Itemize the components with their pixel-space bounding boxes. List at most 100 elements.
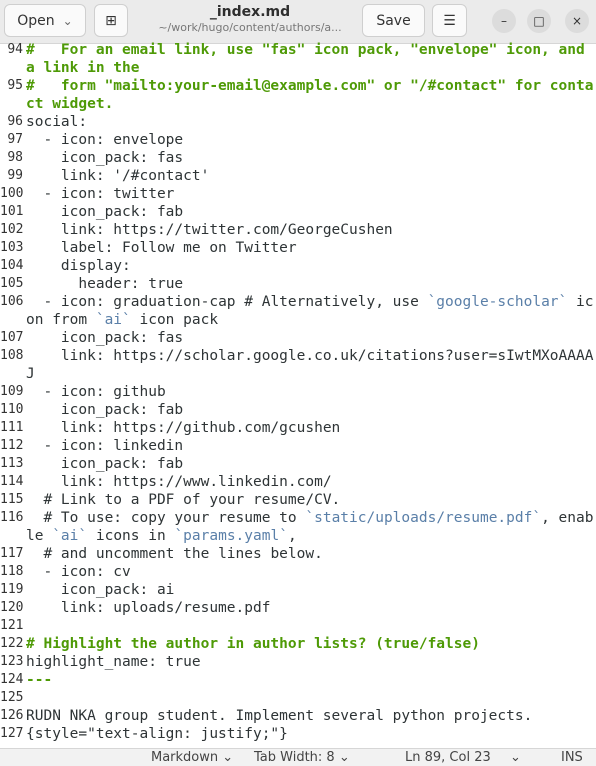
line-text: # Highlight the author in author lists? … [26, 635, 596, 653]
line-number: 104 [0, 258, 24, 273]
line-text: icon_pack: fab [26, 455, 596, 473]
code-line[interactable]: 109 - icon: github [0, 383, 596, 401]
open-label: Open [17, 12, 55, 29]
line-text: # Link to a PDF of your resume/CV. [26, 491, 596, 509]
tab-width-selector[interactable]: Tab Width: 8 ⌄ [254, 750, 350, 765]
line-text: display: [26, 257, 596, 275]
code-line[interactable]: 120 link: uploads/resume.pdf [0, 599, 596, 617]
code-line[interactable]: 103 label: Follow me on Twitter [0, 239, 596, 257]
code-line[interactable]: 114 link: https://www.linkedin.com/ [0, 473, 596, 491]
chevron-down-icon[interactable]: ⌄ [510, 750, 521, 765]
line-number: 122 [0, 636, 24, 651]
close-button[interactable]: × [565, 9, 589, 33]
line-text: link: https://twitter.com/GeorgeCushen [26, 221, 596, 239]
line-number: 118 [0, 564, 24, 579]
code-line[interactable]: 121 [0, 617, 596, 635]
code-line[interactable]: 96 social: [0, 113, 596, 131]
code-line[interactable]: 119 icon_pack: ai [0, 581, 596, 599]
code-line[interactable]: 106 - icon: graduation-cap # Alternative… [0, 293, 596, 329]
text-segment: - icon: twitter [26, 186, 175, 202]
text-segment: - icon: github [26, 384, 166, 400]
line-text: # For an email link, use "fas" icon pack… [26, 41, 596, 77]
code-line[interactable]: 107 icon_pack: fas [0, 329, 596, 347]
code-line[interactable]: 95 # form "mailto:your-email@example.com"… [0, 77, 596, 113]
text-segment: , [287, 528, 297, 544]
text-segment: link: https://twitter.com/GeorgeCushen [26, 222, 393, 238]
new-tab-button[interactable]: ⊞ [94, 4, 128, 37]
code-line[interactable]: 98 icon_pack: fas [0, 149, 596, 167]
code-line[interactable]: 101 icon_pack: fab [0, 203, 596, 221]
line-number: 98 [7, 150, 23, 165]
save-button[interactable]: Save [362, 4, 425, 37]
line-number: 113 [0, 456, 24, 471]
code-line[interactable]: 97 - icon: envelope [0, 131, 596, 149]
code-line[interactable]: 125 [0, 689, 596, 707]
line-number: 117 [0, 546, 24, 561]
line-text: - icon: cv [26, 563, 596, 581]
inline-code: `ai` [52, 528, 88, 544]
maximize-button[interactable]: □ [527, 9, 551, 33]
code-line[interactable]: 116 # To use: copy your resume to `stati… [0, 509, 596, 545]
line-text: label: Follow me on Twitter [26, 239, 596, 257]
line-number: 101 [0, 204, 24, 219]
code-line[interactable]: 124 --- [0, 671, 596, 689]
text-segment: label: Follow me on Twitter [26, 240, 297, 256]
line-number: 115 [0, 492, 24, 507]
maximize-icon: □ [533, 14, 545, 28]
text-segment: icon_pack: fab [26, 204, 184, 220]
code-line[interactable]: 127 {style="text-align: justify;"} [0, 725, 596, 743]
code-line[interactable]: 118 - icon: cv [0, 563, 596, 581]
chevron-down-icon: ⌄ [62, 13, 73, 28]
line-number: 116 [0, 510, 24, 525]
close-icon: × [571, 14, 583, 28]
text-segment: link: https://www.linkedin.com/ [26, 474, 332, 490]
line-number: 124 [0, 672, 24, 687]
line-number: 111 [0, 420, 24, 435]
text-segment: icon_pack: fab [26, 456, 184, 472]
line-text: {style="text-align: justify;"} [26, 725, 596, 743]
language-selector[interactable]: Markdown ⌄ [151, 750, 233, 765]
code-line[interactable]: 111 link: https://github.com/gcushen [0, 419, 596, 437]
code-line[interactable]: 99 link: '/#contact' [0, 167, 596, 185]
open-button[interactable]: Open ⌄ [4, 4, 86, 37]
line-number: 109 [0, 384, 24, 399]
code-line[interactable]: 126 RUDN NKA group student. Implement sev… [0, 707, 596, 725]
file-name: _index.md [209, 4, 291, 20]
line-text: - icon: graduation-cap # Alternatively, … [26, 293, 596, 329]
cursor-position[interactable]: Ln 89, Col 23 [405, 750, 491, 765]
code-line[interactable]: 104 display: [0, 257, 596, 275]
code-line[interactable]: 108 link: https://scholar.google.co.uk/c… [0, 347, 596, 383]
minimize-button[interactable]: – [492, 9, 516, 33]
code-line[interactable]: 100 - icon: twitter [0, 185, 596, 203]
insert-mode[interactable]: INS [561, 750, 583, 765]
text-editor[interactable]: 94 # For an email link, use "fas" icon pa… [0, 41, 596, 748]
code-line[interactable]: 117 # and uncomment the lines below. [0, 545, 596, 563]
code-line[interactable]: 113 icon_pack: fab [0, 455, 596, 473]
line-number: 108 [0, 348, 24, 363]
new-tab-icon: ⊞ [105, 12, 117, 29]
inline-code: `static/uploads/resume.pdf` [305, 510, 542, 526]
text-segment: link: https://scholar.google.co.uk/citat… [26, 348, 594, 382]
line-number: 94 [7, 42, 23, 57]
line-text [26, 617, 596, 635]
code-line[interactable]: 102 link: https://twitter.com/GeorgeCush… [0, 221, 596, 239]
code-line[interactable]: 123 highlight_name: true [0, 653, 596, 671]
code-line[interactable]: 110 icon_pack: fab [0, 401, 596, 419]
code-line[interactable]: 112 - icon: linkedin [0, 437, 596, 455]
header-bar: Open ⌄ ⊞ _index.md ~/work/hugo/content/a… [0, 0, 596, 44]
text-segment: - icon: cv [26, 564, 131, 580]
code-line[interactable]: 94 # For an email link, use "fas" icon pa… [0, 41, 596, 77]
line-text: # To use: copy your resume to `static/up… [26, 509, 596, 545]
text-segment: link: '/#contact' [26, 168, 210, 184]
code-line[interactable]: 122 # Highlight the author in author list… [0, 635, 596, 653]
line-text: - icon: github [26, 383, 596, 401]
line-number: 126 [0, 708, 24, 723]
menu-button[interactable]: ☰ [432, 4, 467, 37]
line-number: 106 [0, 294, 24, 309]
text-segment: display: [26, 258, 131, 274]
line-number: 102 [0, 222, 24, 237]
code-line[interactable]: 115 # Link to a PDF of your resume/CV. [0, 491, 596, 509]
code-line[interactable]: 105 header: true [0, 275, 596, 293]
text-segment: icon_pack: fas [26, 150, 184, 166]
comment-text: --- [26, 672, 53, 688]
